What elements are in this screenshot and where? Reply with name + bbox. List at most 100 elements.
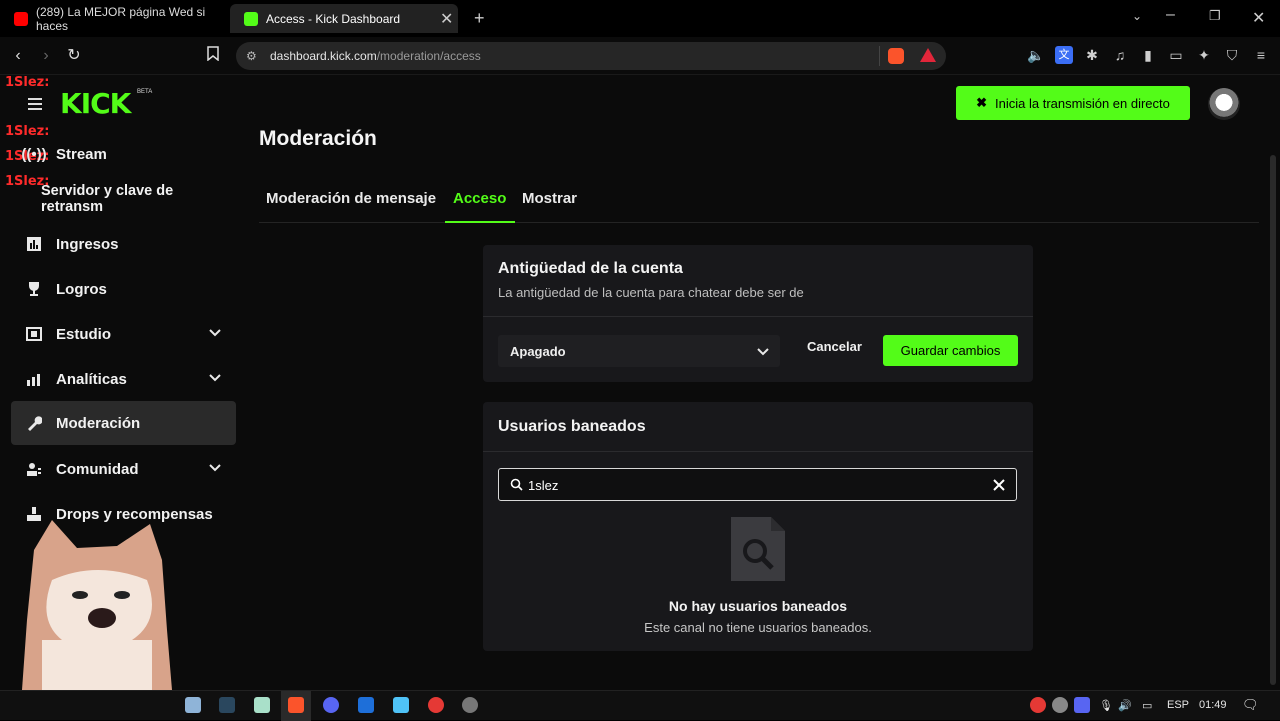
search-icon bbox=[510, 478, 523, 491]
notepad-icon[interactable] bbox=[254, 697, 270, 713]
hamburger-icon[interactable] bbox=[28, 98, 42, 100]
language-indicator[interactable]: ESP bbox=[1167, 699, 1189, 711]
brave-rewards-icon[interactable] bbox=[920, 48, 936, 62]
account-age-select[interactable]: Apagado bbox=[498, 335, 780, 367]
tab-mostrar[interactable]: Mostrar bbox=[522, 190, 577, 207]
close-window-icon[interactable]: ✕ bbox=[1252, 8, 1265, 28]
obs-record-icon[interactable] bbox=[428, 697, 444, 713]
forward-icon[interactable]: › bbox=[36, 46, 56, 66]
menu-icon[interactable]: ≡ bbox=[1252, 46, 1270, 64]
save-label: Guardar cambios bbox=[900, 343, 1001, 358]
search-input[interactable] bbox=[528, 476, 968, 494]
back-icon[interactable]: ‹ bbox=[8, 46, 28, 66]
minimize-icon[interactable]: – bbox=[1166, 6, 1175, 24]
kick-logo[interactable]: KICK bbox=[60, 87, 131, 120]
translate-icon[interactable]: 文 bbox=[1055, 46, 1073, 64]
sidebar-item-label: Ingresos bbox=[56, 235, 119, 253]
site-info-icon[interactable]: ⚙ bbox=[246, 49, 257, 63]
sidebar-toggle-icon[interactable]: ▮ bbox=[1139, 46, 1157, 64]
bookmark-icon[interactable] bbox=[203, 46, 223, 66]
media-icon[interactable]: ♫ bbox=[1111, 46, 1129, 64]
extensions-icon[interactable]: ✱ bbox=[1083, 46, 1101, 64]
url-path: /moderation/access bbox=[376, 49, 481, 63]
brave-icon[interactable] bbox=[288, 697, 304, 713]
browser-tab-youtube[interactable]: (289) La MEJOR página Wed si haces bbox=[14, 4, 224, 33]
maximize-icon[interactable]: ❐ bbox=[1209, 8, 1221, 24]
sidebar-item-label: Analíticas bbox=[56, 370, 127, 388]
tab-search-chevron-icon[interactable]: ⌄ bbox=[1132, 9, 1142, 23]
tab-title: Access - Kick Dashboard bbox=[266, 11, 401, 26]
streamer-cat-overlay bbox=[22, 520, 172, 690]
new-tab-icon[interactable]: + bbox=[474, 8, 485, 29]
card-divider bbox=[483, 316, 1033, 317]
clear-search-icon[interactable] bbox=[993, 479, 1005, 491]
tab-divider bbox=[259, 222, 1259, 223]
cancel-button[interactable]: Cancelar bbox=[807, 339, 862, 354]
browser-tab-kick[interactable]: Access - Kick Dashboard bbox=[230, 4, 458, 33]
wallet-icon[interactable]: ▭ bbox=[1167, 46, 1185, 64]
close-tab-icon[interactable]: ✕ bbox=[440, 9, 453, 29]
banned-users-title: Usuarios baneados bbox=[498, 418, 646, 435]
go-live-button[interactable]: ✖ Inicia la transmisión en directo bbox=[956, 86, 1190, 120]
tray-record-icon[interactable] bbox=[1030, 697, 1046, 713]
beta-badge: BETA bbox=[137, 89, 153, 95]
sidebar-item-ingresos[interactable]: Ingresos bbox=[11, 222, 236, 266]
account-age-subtitle: La antigüedad de la cuenta para chatear … bbox=[498, 285, 804, 300]
clock[interactable]: 01:49 bbox=[1199, 699, 1227, 711]
url-host: dashboard.kick.com bbox=[270, 49, 377, 63]
speaker-icon[interactable]: 🔊 bbox=[1118, 699, 1132, 712]
sidebar-item-label: Estudio bbox=[56, 325, 111, 343]
tray-app-icon[interactable] bbox=[1052, 697, 1068, 713]
page-scrollbar[interactable] bbox=[1270, 155, 1276, 685]
bar-chart-icon bbox=[25, 235, 43, 253]
vpn-icon[interactable]: ⛉ bbox=[1223, 46, 1241, 64]
sidebar-item-analiticas[interactable]: Analíticas bbox=[11, 357, 236, 401]
banned-search-box[interactable] bbox=[498, 468, 1017, 501]
chevron-down-icon[interactable] bbox=[208, 326, 222, 340]
page-title: Moderación bbox=[259, 127, 377, 150]
broadcast-icon: ((•)) bbox=[21, 145, 47, 163]
chevron-down-icon[interactable] bbox=[208, 371, 222, 385]
select-value: Apagado bbox=[510, 343, 566, 359]
app-icon[interactable] bbox=[185, 697, 201, 713]
volume-icon[interactable]: 🔈 bbox=[1027, 46, 1045, 64]
chevron-down-icon bbox=[757, 348, 769, 356]
tab-title: (289) La MEJOR página Wed si haces bbox=[36, 4, 206, 33]
sidebar-item-estudio[interactable]: Estudio bbox=[11, 312, 236, 356]
sidebar-item-stream[interactable]: ((•)) Stream bbox=[11, 132, 236, 176]
network-icon[interactable]: ▭ bbox=[1142, 699, 1152, 712]
sidebar-item-label: Stream bbox=[56, 145, 107, 163]
save-button[interactable]: Guardar cambios bbox=[883, 335, 1018, 366]
dashboard-page: KICK BETA 1Slez: 1Slez: 1Slez: 1Slez: ((… bbox=[0, 75, 1280, 690]
sidebar-item-comunidad[interactable]: Comunidad bbox=[11, 447, 236, 491]
reload-icon[interactable]: ↻ bbox=[64, 46, 84, 66]
notifications-icon[interactable]: 🗨 bbox=[1242, 697, 1259, 713]
brave-shields-icon[interactable] bbox=[888, 48, 904, 64]
omnibox-divider bbox=[879, 46, 880, 66]
explorer-icon[interactable] bbox=[358, 697, 374, 713]
discord-icon[interactable] bbox=[323, 697, 339, 713]
steam-icon[interactable] bbox=[219, 697, 235, 713]
leo-ai-icon[interactable]: ✦ bbox=[1195, 46, 1213, 64]
browser-toolbar: ‹ › ↻ ⚙ dashboard.kick.com/moderation/ac… bbox=[0, 37, 1280, 75]
tab-acceso[interactable]: Acceso bbox=[453, 190, 506, 207]
address-bar[interactable]: ⚙ dashboard.kick.com/moderation/access bbox=[236, 42, 946, 70]
browser-tab-bar: (289) La MEJOR página Wed si haces Acces… bbox=[0, 0, 1280, 37]
sidebar-item-logros[interactable]: Logros bbox=[11, 267, 236, 311]
obs-icon[interactable] bbox=[462, 697, 478, 713]
windows-taskbar: 🎙 🔊 ▭ ESP 01:49 🗨 bbox=[0, 690, 1280, 721]
empty-state-title: No hay usuarios baneados bbox=[668, 598, 848, 614]
sidebar-item-moderacion[interactable]: Moderación bbox=[11, 401, 236, 445]
go-live-label: Inicia la transmisión en directo bbox=[995, 95, 1170, 111]
chevron-down-icon[interactable] bbox=[208, 461, 222, 475]
empty-state-subtitle: Este canal no tiene usuarios baneados. bbox=[644, 620, 872, 635]
sidebar-item-stream-key[interactable]: Servidor y clave de retransm bbox=[11, 177, 236, 221]
app-icon[interactable] bbox=[393, 697, 409, 713]
kick-favicon-icon bbox=[244, 11, 258, 26]
avatar[interactable] bbox=[1208, 88, 1240, 120]
microphone-icon[interactable]: 🎙 bbox=[1099, 699, 1113, 712]
tab-moderacion-mensaje[interactable]: Moderación de mensaje bbox=[266, 190, 436, 207]
analytics-icon bbox=[25, 370, 43, 388]
tray-discord-icon[interactable] bbox=[1074, 697, 1090, 713]
sidebar-item-label: Moderación bbox=[56, 414, 141, 432]
